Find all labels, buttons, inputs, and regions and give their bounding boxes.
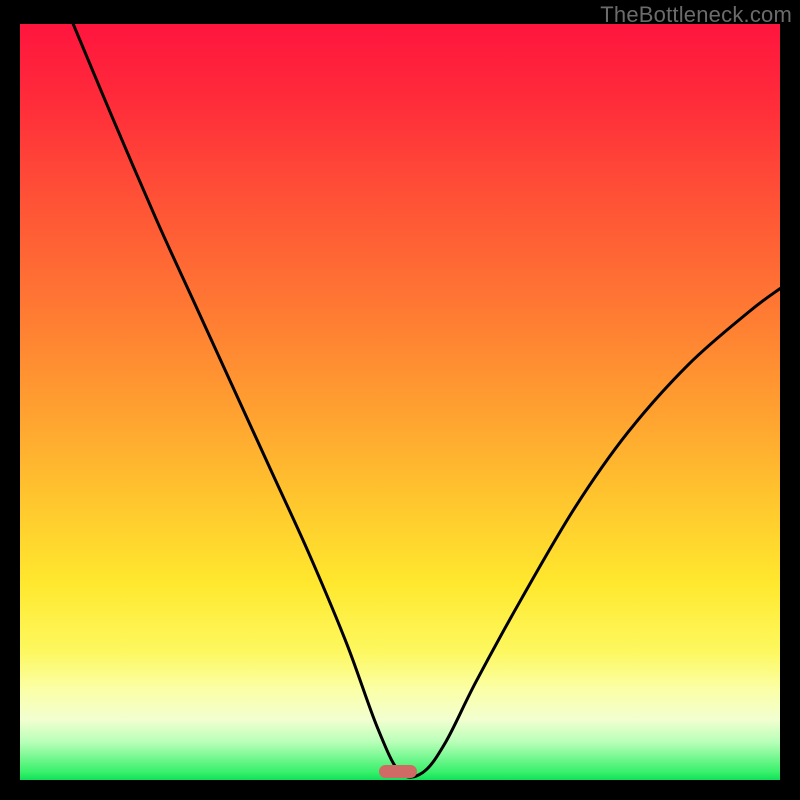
bottleneck-curve xyxy=(20,24,780,780)
plot-area xyxy=(20,24,780,780)
optimal-marker xyxy=(379,765,417,778)
chart-frame: TheBottleneck.com xyxy=(0,0,800,800)
